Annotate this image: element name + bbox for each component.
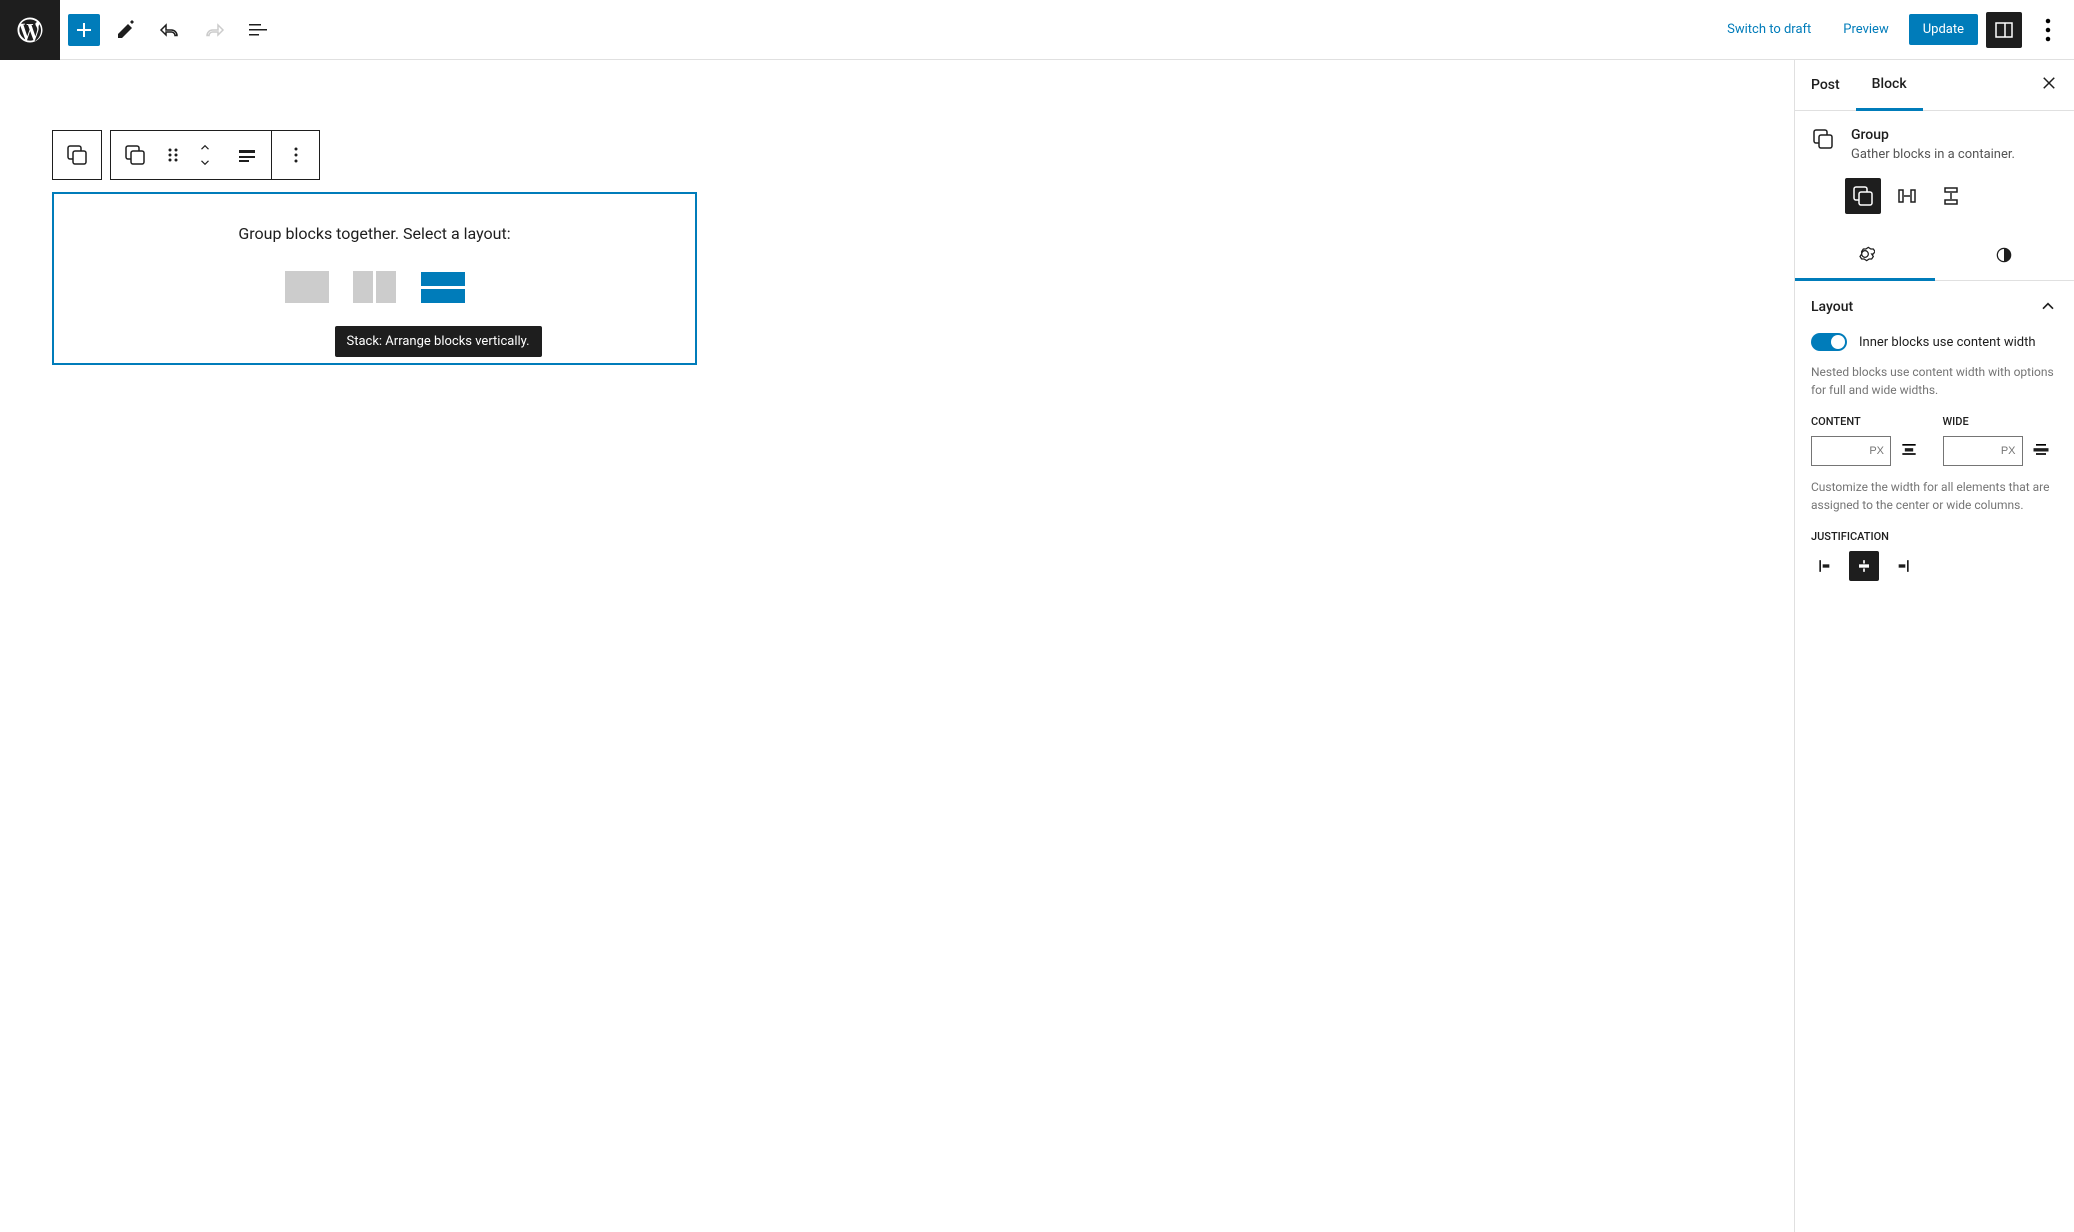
settings-sidebar: Post Block Group Gather blocks in a cont… <box>1794 60 2074 1232</box>
content-width-label: CONTENT <box>1811 415 1927 428</box>
justification-label: JUSTIFICATION <box>1811 530 2058 543</box>
block-toolbar <box>52 130 320 180</box>
settings-panel-toggle[interactable] <box>1986 12 2022 48</box>
wide-align-icon <box>2031 439 2051 463</box>
variation-group-button[interactable] <box>1845 178 1881 214</box>
panel-tab-settings[interactable] <box>1795 230 1935 281</box>
preview-button[interactable]: Preview <box>1831 14 1900 45</box>
placeholder-instruction: Group blocks together. Select a layout: <box>74 224 675 243</box>
content-align-icon <box>1899 439 1919 463</box>
wordpress-icon <box>15 15 45 45</box>
gear-icon <box>1855 244 1875 264</box>
update-button[interactable]: Update <box>1909 14 1978 45</box>
justify-left-button[interactable] <box>1811 551 1841 581</box>
wide-width-input[interactable] <box>1943 436 2023 466</box>
variation-row-button[interactable] <box>1889 178 1925 214</box>
group-icon <box>1811 127 1835 151</box>
layout-stack-option[interactable] <box>421 271 465 303</box>
parent-block-button[interactable] <box>53 131 101 179</box>
move-down-button[interactable] <box>198 155 212 169</box>
justify-center-button[interactable] <box>1849 551 1879 581</box>
wordpress-logo[interactable] <box>0 0 60 60</box>
wide-width-label: WIDE <box>1943 415 2059 428</box>
redo-button[interactable] <box>196 12 232 48</box>
document-overview-button[interactable] <box>240 12 276 48</box>
close-panel-button[interactable] <box>2040 74 2058 96</box>
width-help: Customize the width for all elements tha… <box>1811 478 2058 514</box>
content-width-toggle[interactable] <box>1811 333 1847 351</box>
content-width-help: Nested blocks use content width with opt… <box>1811 363 2058 399</box>
block-options-button[interactable] <box>271 131 319 179</box>
panel-tab-styles[interactable] <box>1935 230 2074 280</box>
layout-tooltip: Stack: Arrange blocks vertically. <box>335 326 542 357</box>
variation-stack-button[interactable] <box>1933 178 1969 214</box>
move-up-button[interactable] <box>198 141 212 155</box>
justify-right-button[interactable] <box>1887 551 1917 581</box>
group-block-placeholder: Group blocks together. Select a layout: … <box>52 192 697 365</box>
editor-canvas[interactable]: Group blocks together. Select a layout: … <box>0 60 1794 1232</box>
content-width-input[interactable] <box>1811 436 1891 466</box>
chevron-up-icon <box>2038 297 2058 317</box>
editor-topbar: Switch to draft Preview Update <box>0 0 2074 60</box>
layout-group-option[interactable] <box>285 271 329 303</box>
tab-post[interactable]: Post <box>1795 61 1856 109</box>
tab-block[interactable]: Block <box>1856 60 1923 111</box>
content-width-label: Inner blocks use content width <box>1859 335 2036 350</box>
block-info: Group Gather blocks in a container. <box>1795 111 2074 178</box>
block-type-button[interactable] <box>111 131 159 179</box>
block-title: Group <box>1851 127 2015 143</box>
undo-button[interactable] <box>152 12 188 48</box>
switch-to-draft-button[interactable]: Switch to draft <box>1715 14 1823 45</box>
layout-panel-header[interactable]: Layout <box>1811 297 2058 317</box>
layout-panel-title: Layout <box>1811 299 1853 315</box>
align-button[interactable] <box>223 131 271 179</box>
block-description: Gather blocks in a container. <box>1851 147 2015 162</box>
drag-handle[interactable] <box>159 131 187 179</box>
tools-button[interactable] <box>108 12 144 48</box>
options-menu-button[interactable] <box>2030 12 2066 48</box>
add-block-button[interactable] <box>68 14 100 46</box>
layout-row-option[interactable] <box>353 271 397 303</box>
styles-icon <box>1994 245 2014 265</box>
